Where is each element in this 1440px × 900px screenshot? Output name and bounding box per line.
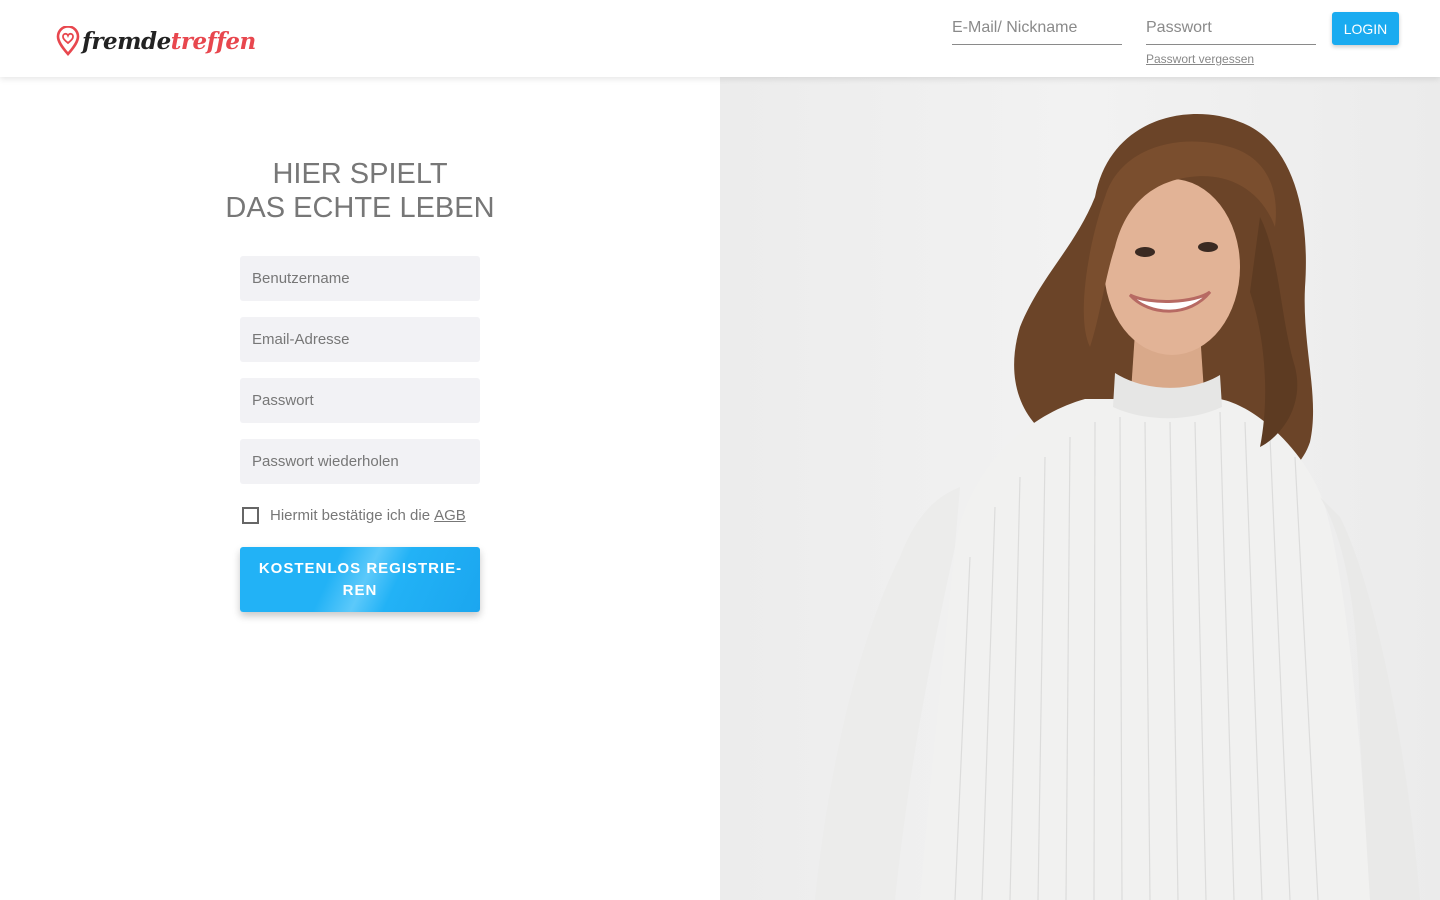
login-button[interactable]: LOGIN xyxy=(1332,12,1399,45)
register-button[interactable]: KOSTENLOS REGISTRIE­REN xyxy=(240,547,480,612)
headline-line-1: HIER SPIELT xyxy=(272,158,448,190)
agb-consent: Hiermit bestätige ich die AGB xyxy=(242,507,466,524)
location-heart-icon xyxy=(56,26,80,56)
forgot-password-link[interactable]: Passwort vergessen xyxy=(1146,52,1254,66)
brand-name-red: treffen xyxy=(170,27,257,55)
registration-panel: HIER SPIELT DAS ECHTE LEBEN Hiermit best… xyxy=(0,77,720,900)
agb-text: Hiermit bestätige ich die xyxy=(270,507,431,524)
email-field[interactable] xyxy=(240,317,480,362)
headline-line-2: DAS ECHTE LEBEN xyxy=(225,192,495,224)
password-repeat-field[interactable] xyxy=(240,439,480,484)
brand-wordmark: fremdetreffen xyxy=(82,30,256,53)
login-email-input[interactable] xyxy=(952,12,1122,45)
top-header: fremdetreffen Passwort vergessen LOGIN xyxy=(0,0,1440,77)
username-field[interactable] xyxy=(240,256,480,301)
smiling-woman-illustration xyxy=(815,114,1420,900)
hero-photo xyxy=(720,77,1440,900)
login-password-input[interactable] xyxy=(1146,12,1316,45)
page-headline: HIER SPIELT DAS ECHTE LEBEN xyxy=(200,157,520,225)
brand-name-dark: fremde xyxy=(82,27,171,55)
agb-link[interactable]: AGB xyxy=(434,507,466,524)
agb-checkbox[interactable] xyxy=(242,507,259,524)
password-field[interactable] xyxy=(240,378,480,423)
brand-logo[interactable]: fremdetreffen xyxy=(56,24,256,58)
